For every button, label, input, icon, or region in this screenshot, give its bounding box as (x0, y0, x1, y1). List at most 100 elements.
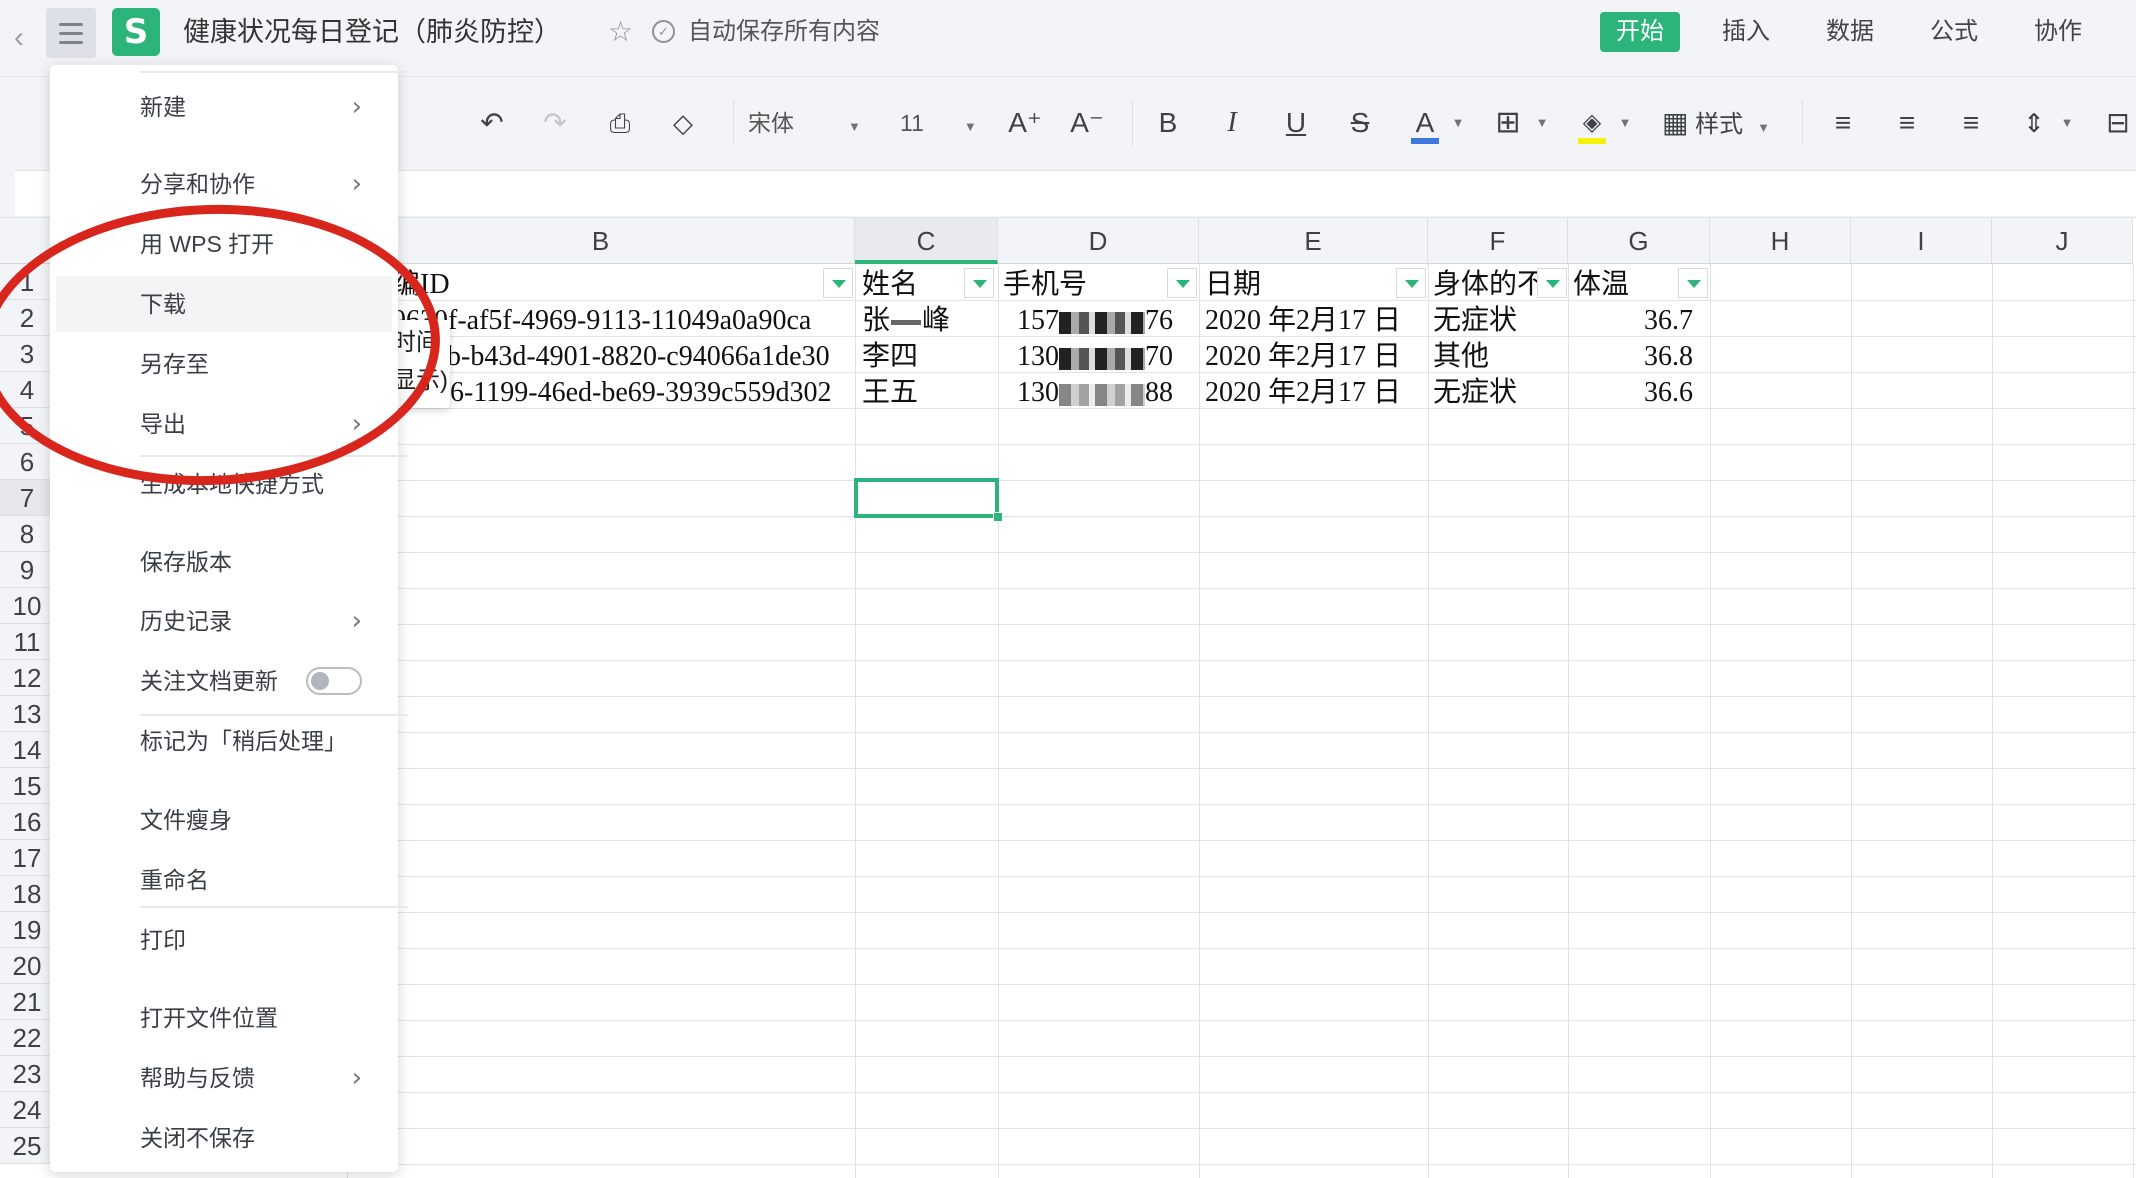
cell-D2[interactable]: 157 76 (1017, 302, 1197, 338)
align-right-icon[interactable]: ≡ (1953, 100, 1989, 146)
column-header-G[interactable]: G (1568, 218, 1710, 264)
cell-G4[interactable]: 36.6 (1573, 374, 1693, 410)
column-header-I[interactable]: I (1851, 218, 1992, 264)
column-header-H[interactable]: H (1710, 218, 1851, 264)
row-header-23[interactable]: 23 (0, 1056, 55, 1092)
row-header-5[interactable]: 5 (0, 408, 55, 444)
cell-D3[interactable]: 130 70 (1017, 338, 1197, 374)
row-header-13[interactable]: 13 (0, 696, 55, 732)
row-header-7[interactable]: 7 (0, 480, 55, 516)
column-header-E[interactable]: E (1199, 218, 1428, 264)
menu-item-11[interactable]: 标记为「稍后处理」 (56, 713, 392, 769)
eraser-icon[interactable]: ◇ (663, 100, 703, 146)
row-header-11[interactable]: 11 (0, 624, 55, 660)
font-color-button[interactable]: A (1407, 100, 1443, 146)
row-header-12[interactable]: 12 (0, 660, 55, 696)
fill-color-button[interactable]: ◈ (1574, 100, 1610, 146)
main-menu-button[interactable] (46, 8, 96, 58)
cell-E1[interactable]: 日期 (1205, 266, 1427, 302)
cell-B3[interactable]: b-b43d-4901-8820-c94066a1de30 (447, 338, 852, 374)
star-icon[interactable]: ☆ (608, 12, 633, 52)
decrease-font-button[interactable]: A⁻ (1067, 100, 1107, 146)
menu-item-15[interactable]: 打开文件位置 (56, 990, 392, 1046)
selected-cell-C7[interactable] (854, 478, 1003, 522)
filter-dropdown-D[interactable] (1167, 268, 1197, 298)
menu-item-3[interactable]: 用 WPS 打开 (56, 216, 392, 272)
row-header-3[interactable]: 3 (0, 336, 55, 372)
row-header-10[interactable]: 10 (0, 588, 55, 624)
font-name-select[interactable]: 宋体 ▼ (748, 100, 868, 146)
row-header-22[interactable]: 22 (0, 1020, 55, 1056)
row-header-20[interactable]: 20 (0, 948, 55, 984)
tab-collaborate[interactable]: 协作 (2018, 12, 2098, 52)
column-header-D[interactable]: D (998, 218, 1199, 264)
cell-F3[interactable]: 其他 (1433, 338, 1567, 374)
column-header-J[interactable]: J (1992, 218, 2133, 264)
row-header-18[interactable]: 18 (0, 876, 55, 912)
filter-dropdown-F[interactable] (1537, 268, 1567, 298)
italic-button[interactable]: I (1214, 100, 1250, 146)
underline-button[interactable]: U (1278, 100, 1314, 146)
filter-dropdown-C[interactable] (964, 268, 994, 298)
column-header-B[interactable]: B (347, 218, 855, 264)
strikethrough-button[interactable]: S (1342, 100, 1378, 146)
row-header-6[interactable]: 6 (0, 444, 55, 480)
tab-formula[interactable]: 公式 (1914, 12, 1994, 52)
chevron-down-icon[interactable]: ▼ (1534, 100, 1550, 146)
increase-font-button[interactable]: A⁺ (1005, 100, 1045, 146)
filter-dropdown-E[interactable] (1396, 268, 1426, 298)
menu-item-4[interactable]: 下载 (56, 276, 392, 333)
undo-icon[interactable]: ↶ (472, 100, 512, 146)
cell-E3[interactable]: 2020 年2月17 日 (1205, 338, 1427, 374)
column-header-F[interactable]: F (1428, 218, 1568, 264)
column-header-C[interactable]: C (855, 218, 998, 264)
cell-C3[interactable]: 李四 (862, 338, 997, 374)
style-button[interactable]: ▦ 样式 ▼ (1662, 100, 1782, 146)
menu-item-7[interactable]: 生成本地快捷方式 (56, 456, 392, 512)
menu-item-17[interactable]: 关闭不保存 (56, 1110, 392, 1166)
menu-item-12[interactable]: 文件瘦身 (56, 792, 392, 848)
align-center-icon[interactable]: ≡ (1889, 100, 1925, 146)
document-title[interactable]: 健康状况每日登记（肺炎防控） (183, 12, 561, 52)
follow-updates-toggle[interactable] (306, 667, 362, 696)
menu-item-16[interactable]: 帮助与反馈 › (56, 1050, 392, 1106)
tab-insert[interactable]: 插入 (1706, 12, 1786, 52)
filter-dropdown-B[interactable] (823, 268, 853, 298)
cell-C4[interactable]: 王五 (862, 374, 997, 410)
menu-item-2[interactable]: 分享和协作 › (56, 156, 392, 212)
redo-icon[interactable]: ↷ (535, 100, 575, 146)
wrap-text-icon[interactable]: ⊟ (2100, 100, 2136, 146)
cell-G2[interactable]: 36.7 (1573, 302, 1693, 338)
cell-D4[interactable]: 130 88 (1017, 374, 1197, 410)
menu-item-1[interactable]: 新建 › (56, 79, 392, 135)
vertical-align-icon[interactable]: ⇕ (2016, 100, 2052, 146)
menu-item-8[interactable]: 保存版本 (56, 534, 392, 590)
cell-B4[interactable]: 6-1199-46ed-be69-3939c559d302 (450, 374, 852, 410)
filter-dropdown-G[interactable] (1678, 268, 1708, 298)
menu-item-13[interactable]: 重命名 (56, 852, 392, 908)
row-header-2[interactable]: 2 (0, 300, 55, 336)
cell-F4[interactable]: 无症状 (1433, 374, 1567, 410)
row-header-9[interactable]: 9 (0, 552, 55, 588)
cell-F2[interactable]: 无症状 (1433, 302, 1567, 338)
row-header-14[interactable]: 14 (0, 732, 55, 768)
row-header-4[interactable]: 4 (0, 372, 55, 408)
chevron-down-icon[interactable]: ▼ (1617, 100, 1633, 146)
row-header-15[interactable]: 15 (0, 768, 55, 804)
menu-item-14[interactable]: 打印 (56, 912, 392, 968)
chevron-down-icon[interactable]: ▼ (1450, 100, 1466, 146)
row-header-16[interactable]: 16 (0, 804, 55, 840)
row-header-17[interactable]: 17 (0, 840, 55, 876)
tab-data[interactable]: 数据 (1810, 12, 1890, 52)
row-header-1[interactable]: 1 (0, 264, 55, 300)
tab-start[interactable]: 开始 (1600, 12, 1680, 52)
select-all-corner[interactable] (0, 218, 55, 264)
cell-B2[interactable]: 9630f-af5f-4969-9113-11049a0a90ca (392, 302, 852, 338)
cell-E2[interactable]: 2020 年2月17 日 (1205, 302, 1427, 338)
cell-B1[interactable]: 编ID (392, 266, 852, 302)
align-left-icon[interactable]: ≡ (1825, 100, 1861, 146)
font-size-select[interactable]: 11 ▼ (900, 100, 980, 146)
row-header-21[interactable]: 21 (0, 984, 55, 1020)
borders-icon[interactable]: ⊞ (1490, 100, 1526, 146)
chevron-left-icon[interactable]: ‹ (14, 18, 24, 58)
